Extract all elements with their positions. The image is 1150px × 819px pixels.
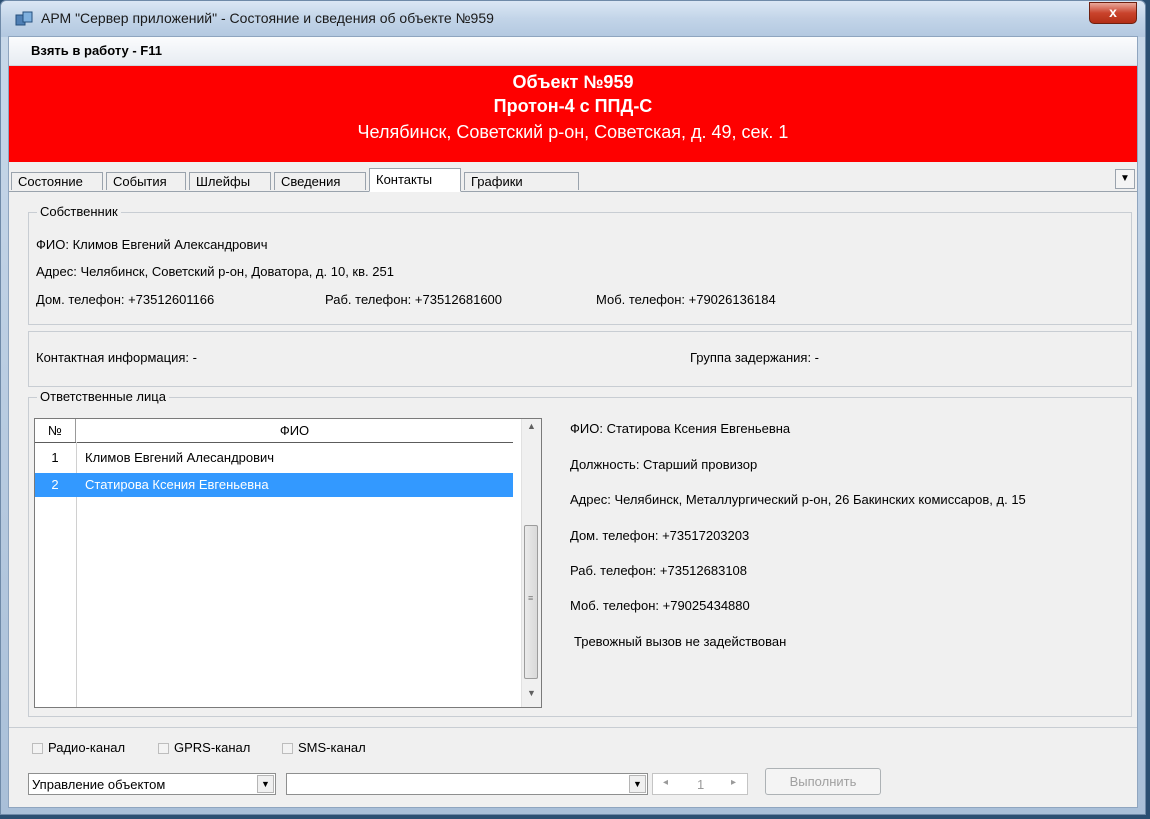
radio-channel-checkbox[interactable] — [32, 743, 43, 754]
owner-legend: Собственник — [37, 204, 121, 219]
object-number: Объект №959 — [512, 72, 634, 92]
close-icon: x — [1109, 4, 1117, 20]
owner-address: Адрес: Челябинск, Советский р-он, Довато… — [36, 264, 394, 279]
chevron-down-icon: ▼ — [1120, 173, 1130, 184]
row-fio: Климов Евгений Алесандрович — [85, 450, 275, 465]
grip-icon: ≡ — [528, 593, 534, 603]
detail-position: Должность: Старший провизор — [570, 457, 758, 472]
gprs-channel-checkbox[interactable] — [158, 743, 169, 754]
scroll-thumb[interactable]: ≡ — [524, 525, 538, 679]
responsible-legend: Ответственные лица — [37, 389, 169, 404]
sms-channel-label: SMS-канал — [298, 740, 366, 755]
tab-charts[interactable]: Графики — [464, 172, 579, 190]
spin-value: 1 — [697, 777, 705, 792]
detail-work-phone: Раб. телефон: +73512683108 — [570, 563, 748, 578]
sms-channel-checkbox[interactable] — [282, 743, 293, 754]
chevron-left-icon[interactable]: ◂ — [663, 777, 668, 788]
menu-bar: Взять в работу - F11 — [9, 37, 1137, 66]
close-button[interactable]: x — [1089, 2, 1137, 24]
tab-strip: Состояние События Шлейфы Сведения Контак… — [9, 163, 1137, 192]
row-num: 1 — [51, 450, 59, 465]
tab-loops[interactable]: Шлейфы — [189, 172, 271, 190]
tab-info[interactable]: Сведения — [274, 172, 366, 190]
scroll-up-icon[interactable]: ▲ — [522, 421, 541, 438]
tab-state[interactable]: Состояние — [11, 172, 103, 190]
chevron-down-icon[interactable]: ▼ — [257, 775, 274, 793]
row-num: 2 — [51, 477, 59, 492]
title-bar[interactable]: АРМ "Сервер приложений" - Состояние и св… — [1, 1, 1145, 37]
detail-alarm-status: Тревожный вызов не задействован — [574, 634, 787, 649]
tab-contacts[interactable]: Контакты — [369, 168, 461, 192]
chevron-down-icon[interactable]: ▼ — [629, 775, 646, 793]
object-address: Челябинск, Советский р-он, Советская, д.… — [357, 122, 789, 142]
scroll-down-icon[interactable]: ▼ — [522, 688, 541, 705]
table-row-selected[interactable]: 2 Статирова Ксения Евгеньевна — [35, 473, 513, 497]
command-select[interactable]: ▼ — [286, 773, 648, 795]
radio-channel-label: Радио-канал — [48, 740, 126, 755]
separator — [9, 727, 1137, 728]
responsible-table: № ФИО 1 Климов Евгений Алесандрович 2 Ст… — [34, 418, 542, 708]
object-device: Протон-4 с ППД-С — [493, 96, 653, 116]
page-spinner[interactable]: ◂ 1 ▸ — [652, 773, 748, 795]
execute-button[interactable]: Выполнить — [765, 768, 881, 795]
column-header-num[interactable]: № — [35, 419, 76, 442]
table-header: № ФИО — [35, 419, 513, 443]
detail-fio: ФИО: Статирова Ксения Евгеньевна — [570, 421, 791, 436]
take-to-work-menu[interactable]: Взять в работу - F11 — [31, 43, 162, 58]
detail-address: Адрес: Челябинск, Металлургический р-он,… — [570, 492, 1026, 507]
tab-events[interactable]: События — [106, 172, 186, 190]
owner-work-phone: Раб. телефон: +73512681600 — [325, 292, 503, 307]
app-icon — [15, 11, 33, 26]
contact-info: Контактная информация: - — [36, 350, 197, 365]
tab-dropdown-button[interactable]: ▼ — [1115, 169, 1135, 189]
window-title: АРМ "Сервер приложений" - Состояние и св… — [41, 10, 494, 26]
owner-home-phone: Дом. телефон: +73512601166 — [36, 292, 215, 307]
owner-mobile-phone: Моб. телефон: +79026136184 — [596, 292, 776, 307]
table-row[interactable]: 1 Климов Евгений Алесандрович — [35, 446, 513, 470]
gprs-channel-label: GPRS-канал — [174, 740, 251, 755]
select-value: Управление объектом — [32, 777, 166, 792]
detail-mobile-phone: Моб. телефон: +79025434880 — [570, 598, 750, 613]
owner-fio: ФИО: Климов Евгений Александрович — [36, 237, 268, 252]
table-scrollbar[interactable]: ▲ ≡ ▼ — [521, 419, 541, 707]
object-banner: Объект №959 Протон-4 с ППД-С Челябинск, … — [9, 66, 1137, 162]
chevron-right-icon[interactable]: ▸ — [731, 777, 736, 788]
column-header-fio[interactable]: ФИО — [76, 419, 513, 442]
detail-home-phone: Дом. телефон: +73517203203 — [570, 528, 750, 543]
object-control-select[interactable]: Управление объектом ▼ — [28, 773, 276, 795]
row-fio: Статирова Ксения Евгеньевна — [85, 477, 269, 492]
detention-group: Группа задержания: - — [690, 350, 820, 365]
